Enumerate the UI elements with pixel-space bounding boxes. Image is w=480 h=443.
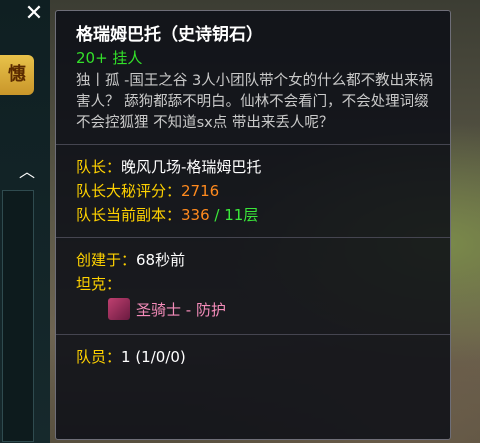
leader-score-label: 队长大秘评分： xyxy=(76,182,182,200)
leader-dungeon-level: 11层 xyxy=(224,206,259,224)
divider xyxy=(56,334,450,335)
members-value: 1 (1/0/0) xyxy=(121,348,186,366)
tank-role-text: 圣骑士 - 防护 xyxy=(136,301,226,319)
created-label: 创建于： xyxy=(76,251,137,269)
leader-dungeon-label: 队长当前副本： xyxy=(76,206,182,224)
close-icon[interactable]: ✕ xyxy=(22,2,46,26)
divider xyxy=(56,144,450,145)
leader-row: 队长：晚风几场-格瑞姆巴托 xyxy=(76,155,436,179)
members-row: 队员：1 (1/0/0) xyxy=(76,345,436,369)
leader-score-value: 2716 xyxy=(181,182,220,200)
leader-dungeon-score: 336 xyxy=(181,206,210,224)
side-tab-button[interactable]: 憓 xyxy=(0,55,34,95)
members-label: 队员： xyxy=(76,348,122,366)
divider xyxy=(56,237,450,238)
tooltip-subtitle: 20+ 挂人 xyxy=(76,49,143,67)
tank-member: 圣骑士 - 防护 xyxy=(76,296,436,324)
created-value: 68秒前 xyxy=(136,251,186,269)
list-scroll-rail[interactable] xyxy=(2,190,34,442)
leader-dungeon-row: 队长当前副本：336 / 11层 xyxy=(76,203,436,227)
chevron-up-icon[interactable]: ︿ xyxy=(14,158,40,181)
tooltip-title: 格瑞姆巴托（史诗钥石） xyxy=(76,25,263,45)
leader-score-row: 队长大秘评分：2716 xyxy=(76,179,436,203)
group-description: 独丨孤 -国王之谷 3人小团队带个女的什么都不教出来祸害人？ 舔狗都舔不明白。仙… xyxy=(76,73,434,131)
paladin-class-icon xyxy=(108,298,130,320)
leader-dungeon-separator: / xyxy=(209,206,225,224)
leader-label: 队长： xyxy=(76,158,122,176)
tank-label: 坦克： xyxy=(76,275,122,293)
created-row: 创建于：68秒前 xyxy=(76,248,436,272)
group-listing-tooltip: 格瑞姆巴托（史诗钥石） 20+ 挂人 独丨孤 -国王之谷 3人小团队带个女的什么… xyxy=(55,10,451,440)
leader-name: 晚风几场-格瑞姆巴托 xyxy=(121,158,262,176)
tank-row: 坦克： xyxy=(76,272,436,296)
